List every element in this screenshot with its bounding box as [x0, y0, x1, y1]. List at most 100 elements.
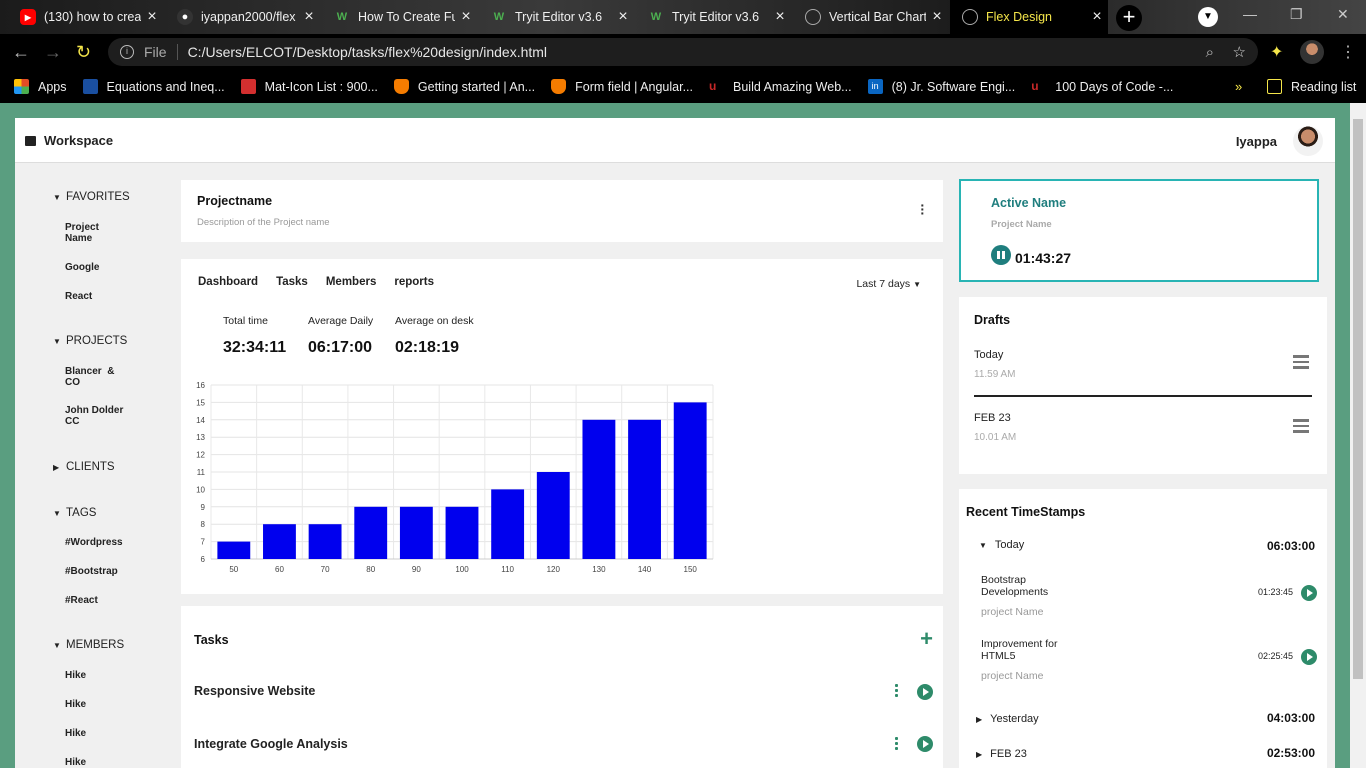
close-icon[interactable]: × — [141, 8, 163, 26]
bookmarks-overflow-icon[interactable]: » — [1235, 79, 1242, 94]
close-icon[interactable]: × — [1086, 8, 1108, 26]
bookmark-star-icon[interactable]: ☆ — [1233, 43, 1246, 61]
task-options-icon[interactable] — [895, 684, 898, 699]
forward-icon[interactable]: → — [44, 42, 62, 63]
close-icon[interactable]: × — [298, 8, 320, 26]
tab-w3-3[interactable]: W Tryit Editor v3.6 × — [636, 0, 791, 34]
bookmark-2[interactable]: Mat-Icon List : 900... — [240, 79, 378, 94]
task-item[interactable]: Integrate Google Analysis — [194, 737, 348, 751]
sidebar-item-project-name[interactable]: Project Name — [65, 222, 125, 244]
sidebar-item-member[interactable]: Hike — [65, 670, 86, 681]
sidebar-item-john-dolder-cc[interactable]: John Dolder CC — [65, 405, 125, 427]
play-icon[interactable] — [917, 684, 933, 700]
bookmark-4[interactable]: Form field | Angular... — [551, 79, 693, 94]
draft-item[interactable]: Today 11.59 AM — [974, 349, 1016, 380]
caret-down-icon: ▼ — [53, 336, 61, 346]
timestamp-title: Bootstrap Developments — [981, 574, 1049, 598]
info-icon[interactable]: i — [120, 45, 134, 59]
window-close-icon[interactable]: ✕ — [1337, 6, 1349, 23]
more-options-icon[interactable]: · · · — [920, 198, 925, 220]
bookmark-7[interactable]: u 100 Days of Code -... — [1031, 79, 1173, 94]
back-icon[interactable]: ← — [12, 42, 30, 63]
draft-item[interactable]: FEB 23 10.01 AM — [974, 412, 1016, 443]
w3schools-icon: W — [493, 11, 505, 23]
bookmark-apps[interactable]: Apps — [14, 79, 67, 94]
sidebar-section-tags[interactable]: ▼ TAGS — [53, 507, 96, 519]
tab-flex-design[interactable]: Flex Design × — [950, 0, 1108, 34]
recent-group-yesterday[interactable]: ▶ Yesterday — [976, 713, 1039, 725]
reading-list-icon — [1267, 79, 1282, 94]
tab-dashboard[interactable]: Dashboard — [198, 276, 258, 288]
tab-github[interactable]: ● iyappan2000/flex × — [165, 0, 320, 34]
reload-icon[interactable]: ↻ — [76, 42, 91, 63]
sidebar-item-tag-react[interactable]: #React — [65, 595, 98, 606]
play-icon[interactable] — [917, 736, 933, 752]
close-icon[interactable]: × — [612, 8, 634, 26]
close-icon[interactable]: × — [455, 8, 477, 26]
stat-average-daily: Average Daily 06:17:00 — [308, 315, 374, 356]
sidebar-section-clients[interactable]: ▶ CLIENTS — [53, 461, 115, 473]
sidebar-item-tag-bootstrap[interactable]: #Bootstrap — [65, 566, 118, 577]
reading-list-button[interactable]: Reading list — [1267, 79, 1356, 94]
sidebar-item-member[interactable]: Hike — [65, 699, 86, 710]
youtube-icon: ▶ — [20, 9, 36, 25]
sidebar-section-favorites[interactable]: ▼ FAVORITES — [53, 191, 130, 203]
menu-icon[interactable] — [1293, 419, 1309, 436]
play-icon[interactable] — [1301, 585, 1317, 601]
play-icon[interactable] — [1301, 649, 1317, 665]
group-total: 04:03:00 — [1266, 711, 1315, 725]
date-range-dropdown[interactable]: Last 7 days ▼ — [856, 278, 921, 290]
recent-group-today[interactable]: ▼ Today — [979, 539, 1024, 551]
sidebar-item-react[interactable]: React — [65, 291, 92, 302]
tab-vertical-bar-chart[interactable]: Vertical Bar Chart × — [793, 0, 948, 34]
tab-tasks[interactable]: Tasks — [276, 276, 308, 288]
pause-icon[interactable] — [991, 245, 1011, 265]
task-options-icon[interactable] — [895, 737, 898, 752]
scrollbar-thumb[interactable] — [1353, 119, 1363, 679]
bookmark-5[interactable]: u Build Amazing Web... — [709, 79, 852, 94]
sidebar-item-member[interactable]: Hike — [65, 728, 86, 739]
zoom-icon[interactable]: ⌕ — [1206, 44, 1214, 61]
apps-grid-icon — [14, 79, 29, 94]
close-icon[interactable]: × — [926, 8, 948, 26]
y-tick-label: 12 — [196, 451, 205, 460]
scrollbar[interactable] — [1350, 103, 1366, 768]
extensions-icon[interactable]: ✦ — [1270, 42, 1283, 62]
tab-members[interactable]: Members — [326, 276, 377, 288]
bookmark-3[interactable]: Getting started | An... — [393, 79, 535, 94]
tab-search-icon[interactable]: ▼ — [1198, 7, 1218, 27]
recent-group-feb23[interactable]: ▶ FEB 23 — [976, 748, 1027, 760]
menu-kebab-icon[interactable]: ⋮ — [1340, 42, 1356, 62]
sidebar-item-google[interactable]: Google — [65, 262, 99, 273]
w3schools-icon: W — [650, 11, 662, 23]
bookmark-6[interactable]: in (8) Jr. Software Engi... — [867, 79, 1015, 94]
y-tick-label: 9 — [201, 503, 206, 512]
tab-youtube[interactable]: ▶ (130) how to crea × — [8, 0, 163, 34]
task-item[interactable]: Responsive Website — [194, 684, 315, 698]
add-task-button[interactable]: + — [920, 626, 933, 652]
maximize-icon[interactable]: ❐ — [1290, 6, 1303, 23]
user-menu[interactable]: Iyappa — [1236, 126, 1323, 156]
bookmark-favicon-icon — [82, 79, 98, 94]
url-text[interactable]: C:/Users/ELCOT/Desktop/tasks/flex%20desi… — [188, 44, 547, 60]
brand[interactable]: Workspace — [25, 133, 113, 148]
tab-w3-1[interactable]: W How To Create Fu × — [322, 0, 477, 34]
tab-w3-2[interactable]: W Tryit Editor v3.6 × — [479, 0, 634, 34]
bar — [491, 489, 525, 559]
bookmark-1[interactable]: Equations and Ineq... — [82, 79, 225, 94]
sidebar-item-blancer-co[interactable]: Blancer & CO — [65, 366, 125, 388]
sidebar-section-projects[interactable]: ▼ PROJECTS — [53, 335, 127, 347]
tab-reports[interactable]: reports — [394, 276, 434, 288]
close-icon[interactable]: × — [769, 8, 791, 26]
new-tab-button[interactable]: + — [1116, 5, 1142, 31]
sidebar-section-members[interactable]: ▼ MEMBERS — [53, 639, 124, 651]
menu-icon[interactable] — [1293, 355, 1309, 372]
linkedin-icon: in — [867, 79, 883, 94]
sidebar-item-member[interactable]: Hike — [65, 757, 86, 768]
x-tick-label: 140 — [638, 565, 652, 574]
profile-avatar[interactable] — [1300, 40, 1324, 64]
address-bar[interactable]: i File C:/Users/ELCOT/Desktop/tasks/flex… — [108, 38, 1258, 66]
minimize-icon[interactable]: — — [1243, 6, 1257, 22]
sidebar-item-tag-wordpress[interactable]: #Wordpress — [65, 537, 123, 548]
avatar[interactable] — [1293, 126, 1323, 156]
